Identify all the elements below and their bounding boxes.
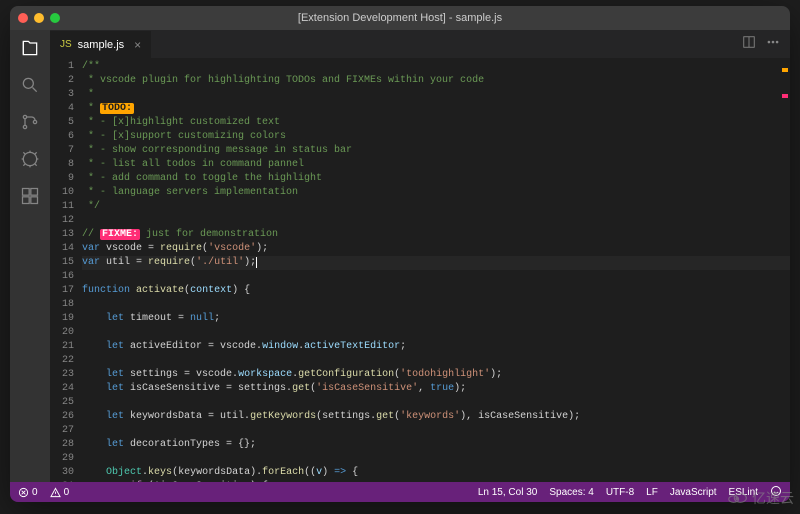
code-line[interactable]: * <box>82 88 790 102</box>
activity-bar <box>10 30 50 482</box>
code-line[interactable]: /** <box>82 60 790 74</box>
watermark: 亿速云 <box>726 488 794 508</box>
code-line[interactable]: let decorationTypes = {}; <box>82 438 790 452</box>
code-line[interactable] <box>82 214 790 228</box>
cursor-position[interactable]: Ln 15, Col 30 <box>478 487 538 498</box>
code-line[interactable]: * TODO: <box>82 102 790 116</box>
encoding-status[interactable]: UTF-8 <box>606 487 634 498</box>
line-number-gutter: 1234567891011121314151617181920212223242… <box>50 58 82 482</box>
close-window-button[interactable] <box>18 13 28 23</box>
overview-ruler[interactable] <box>780 58 790 482</box>
code-line[interactable]: Object.keys(keywordsData).forEach((v) =>… <box>82 466 790 480</box>
tab-bar: JS sample.js × <box>50 30 790 58</box>
code-line[interactable]: let timeout = null; <box>82 312 790 326</box>
code-line[interactable]: * vscode plugin for highlighting TODOs a… <box>82 74 790 88</box>
status-bar: 0 0 Ln 15, Col 30 Spaces: 4 UTF-8 LF Jav… <box>10 482 790 502</box>
code-line[interactable]: if (!isCaseSensitive) { <box>82 480 790 482</box>
tab-label: sample.js <box>78 39 124 51</box>
main-area: JS sample.js × 1234567891011121314151617… <box>10 30 790 482</box>
code-line[interactable] <box>82 396 790 410</box>
code-line[interactable] <box>82 424 790 438</box>
tab-sample-js[interactable]: JS sample.js × <box>50 30 151 58</box>
errors-status[interactable]: 0 <box>18 487 38 498</box>
language-status[interactable]: JavaScript <box>670 487 717 498</box>
code-line[interactable]: let keywordsData = util.getKeywords(sett… <box>82 410 790 424</box>
search-icon[interactable] <box>20 75 40 100</box>
code-line[interactable]: * - show corresponding message in status… <box>82 144 790 158</box>
extensions-icon[interactable] <box>20 186 40 211</box>
editor-actions <box>742 35 790 54</box>
source-control-icon[interactable] <box>20 112 40 137</box>
editor-group: JS sample.js × 1234567891011121314151617… <box>50 30 790 482</box>
code-line[interactable] <box>82 326 790 340</box>
minimize-window-button[interactable] <box>34 13 44 23</box>
code-line[interactable]: * - [x]support customizing colors <box>82 130 790 144</box>
code-line[interactable] <box>82 354 790 368</box>
code-line[interactable]: var util = require('./util'); <box>82 256 790 270</box>
eol-status[interactable]: LF <box>646 487 658 498</box>
code-line[interactable] <box>82 452 790 466</box>
code-line[interactable]: * - [x]highlight customized text <box>82 116 790 130</box>
close-tab-icon[interactable]: × <box>134 38 141 52</box>
code-line[interactable]: let activeEditor = vscode.window.activeT… <box>82 340 790 354</box>
code-line[interactable]: let isCaseSensitive = settings.get('isCa… <box>82 382 790 396</box>
code-line[interactable]: * - language servers implementation <box>82 186 790 200</box>
maximize-window-button[interactable] <box>50 13 60 23</box>
code-line[interactable]: let settings = vscode.workspace.getConfi… <box>82 368 790 382</box>
code-line[interactable] <box>82 270 790 284</box>
debug-icon[interactable] <box>20 149 40 174</box>
code-line[interactable]: var vscode = require('vscode'); <box>82 242 790 256</box>
split-editor-icon[interactable] <box>742 35 756 54</box>
code-line[interactable]: */ <box>82 200 790 214</box>
titlebar[interactable]: [Extension Development Host] - sample.js <box>10 6 790 30</box>
code-area[interactable]: /** * vscode plugin for highlighting TOD… <box>82 58 790 482</box>
window-title: [Extension Development Host] - sample.js <box>298 12 502 24</box>
warnings-status[interactable]: 0 <box>50 487 70 498</box>
code-line[interactable]: * - list all todos in command pannel <box>82 158 790 172</box>
vscode-window: [Extension Development Host] - sample.js… <box>10 6 790 502</box>
code-line[interactable]: // FIXME: just for demonstration <box>82 228 790 242</box>
explorer-icon[interactable] <box>20 38 40 63</box>
indentation-status[interactable]: Spaces: 4 <box>549 487 593 498</box>
code-editor[interactable]: 1234567891011121314151617181920212223242… <box>50 58 790 482</box>
js-file-icon: JS <box>60 39 72 50</box>
code-line[interactable]: * - add command to toggle the highlight <box>82 172 790 186</box>
more-actions-icon[interactable] <box>766 35 780 54</box>
code-line[interactable] <box>82 298 790 312</box>
window-controls <box>18 13 60 23</box>
code-line[interactable]: function activate(context) { <box>82 284 790 298</box>
